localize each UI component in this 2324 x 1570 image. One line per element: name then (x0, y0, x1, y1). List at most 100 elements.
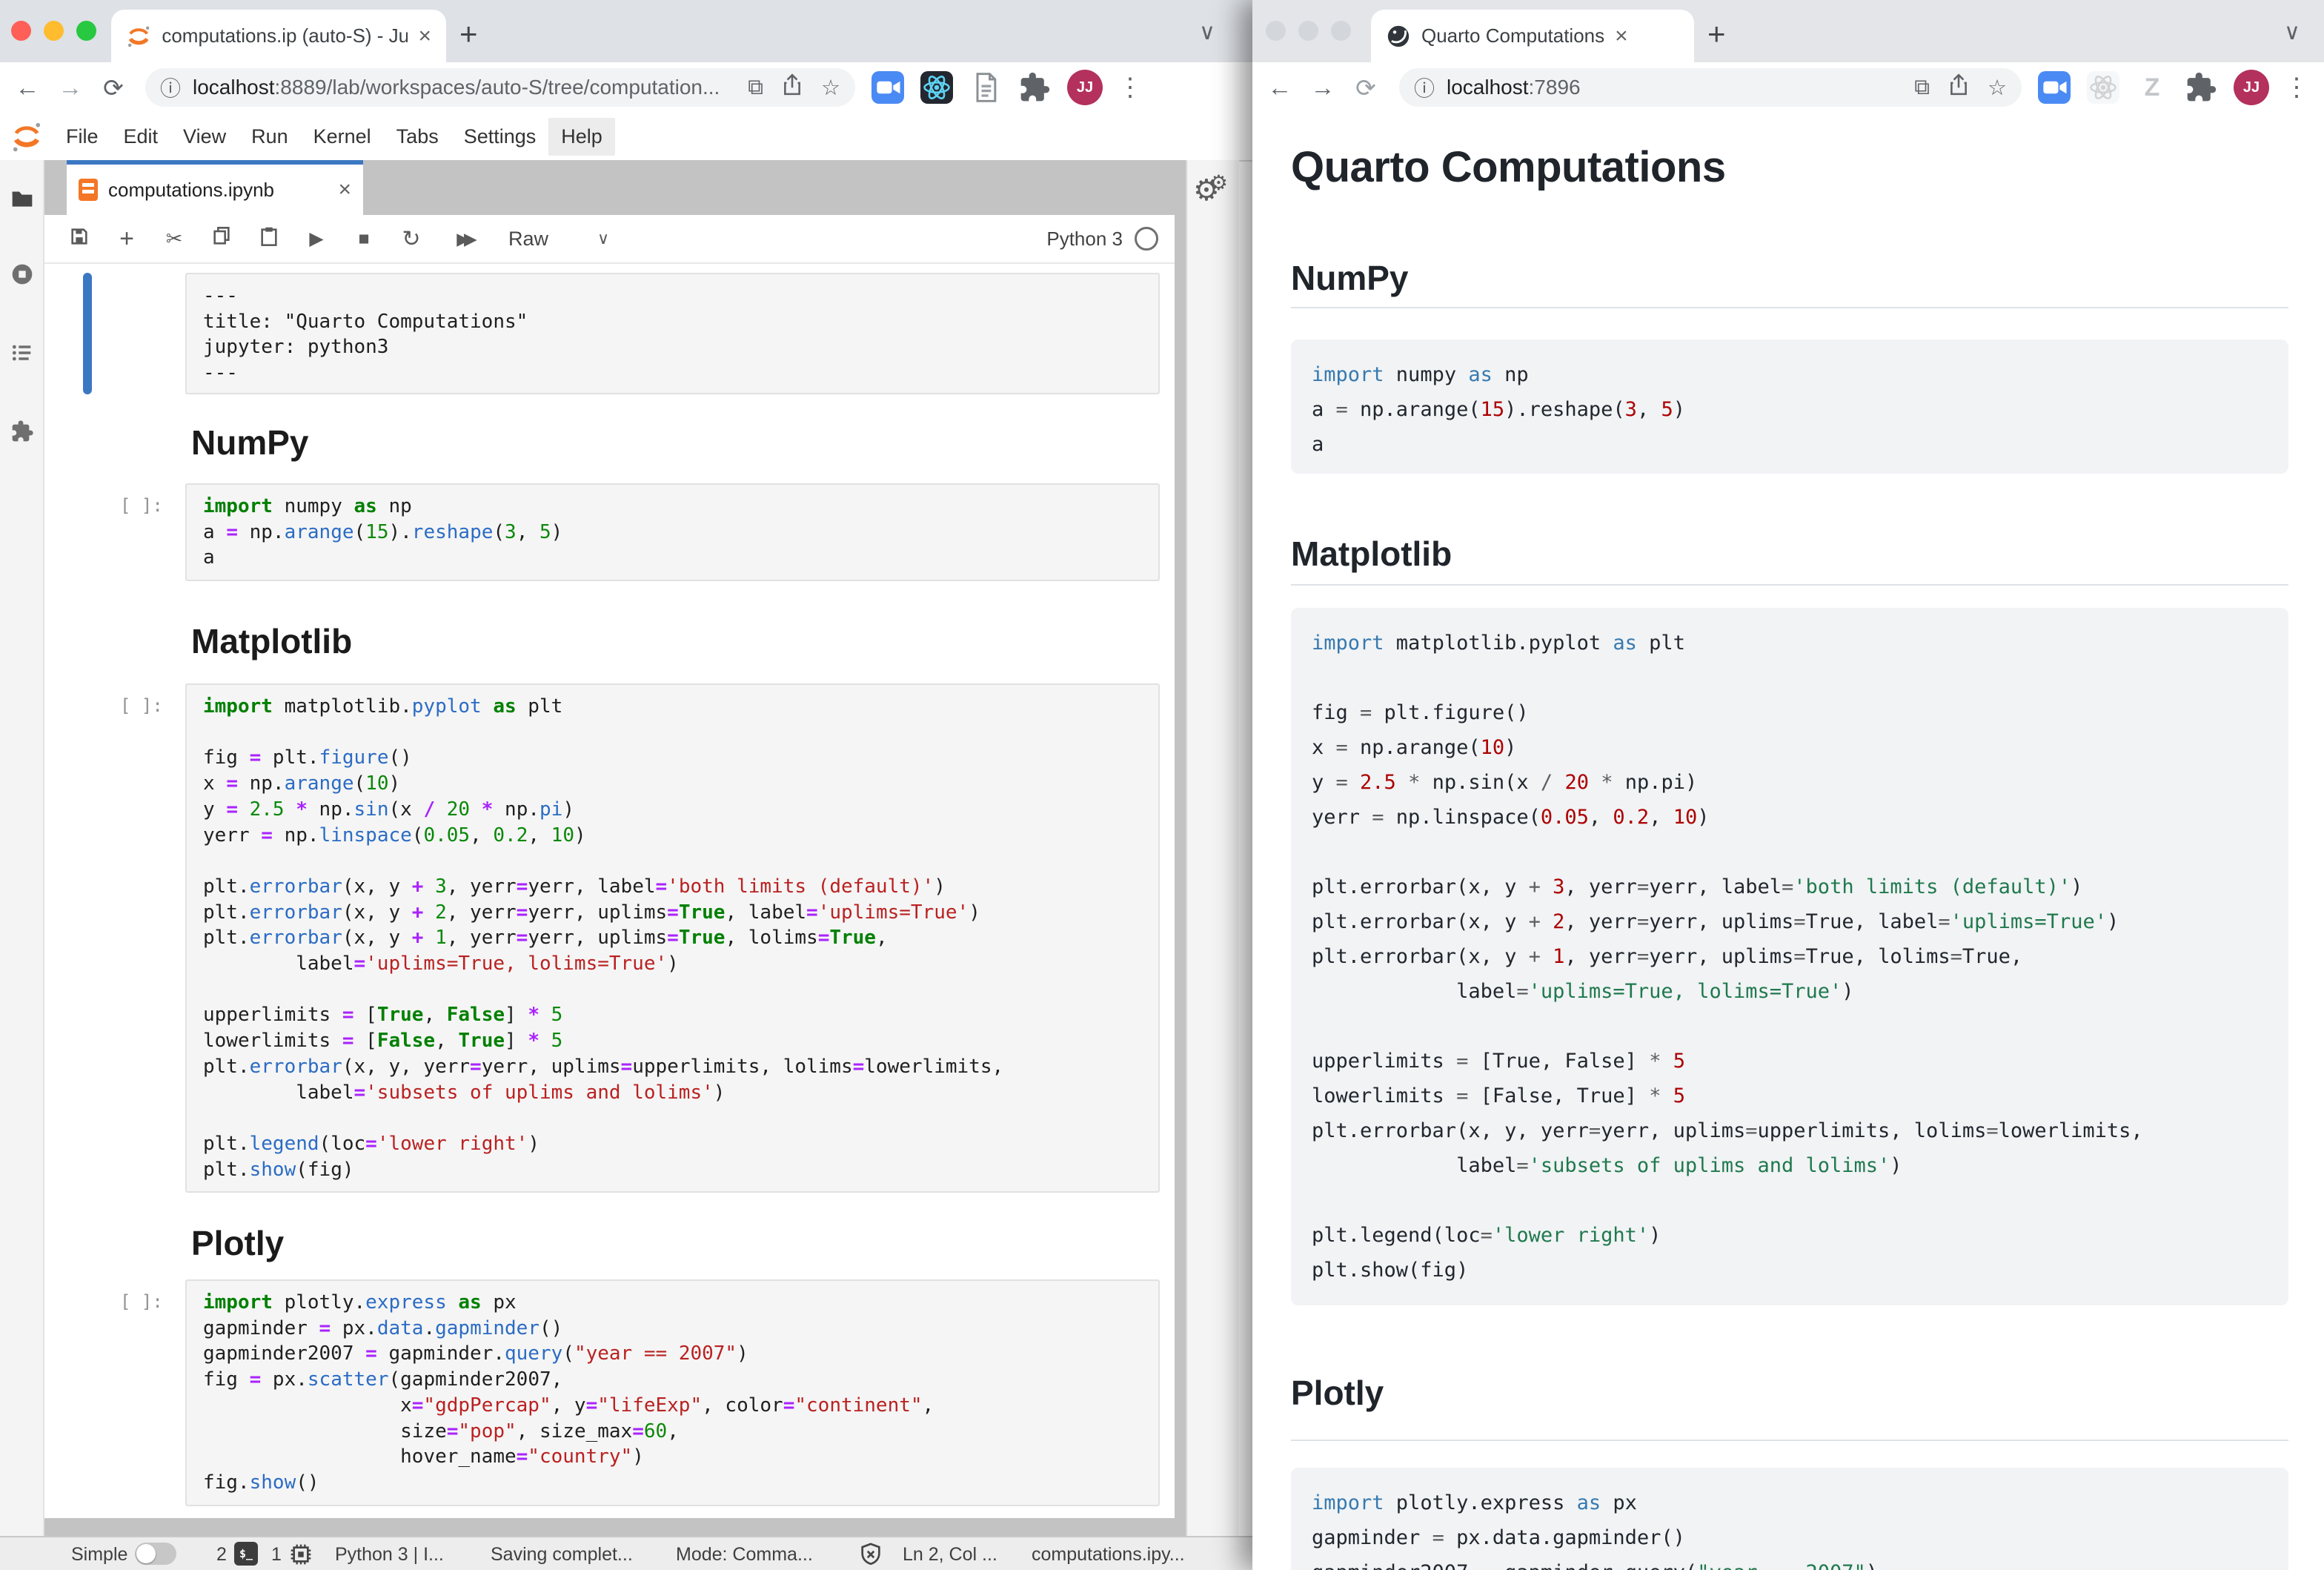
globe-favicon (1386, 24, 1411, 49)
menu-tabs[interactable]: Tabs (384, 118, 451, 156)
insert-cell-button[interactable]: + (114, 225, 139, 254)
traffic-light-close[interactable] (1266, 21, 1286, 41)
tab-close-icon[interactable]: × (418, 24, 431, 49)
terminal-icon[interactable]: $_ (234, 1542, 258, 1566)
kernel-chip-icon[interactable] (289, 1543, 313, 1566)
extensions-puzzle-icon[interactable] (1018, 71, 1051, 104)
matplotlib-cell-editor[interactable]: import matplotlib.pyplot as plt fig = pl… (187, 685, 1158, 1191)
kernel-name[interactable]: Python 3 (1046, 228, 1123, 251)
statusbar-filename: computations.ipy... (1032, 1544, 1185, 1566)
menu-view[interactable]: View (170, 118, 239, 156)
browser-tab-title: computations.ip (auto-S) - Jup (162, 24, 408, 47)
new-tab-button[interactable]: + (459, 16, 478, 52)
profile-avatar[interactable]: JJ (2234, 70, 2269, 105)
back-button[interactable]: ← (6, 73, 49, 102)
share-icon[interactable] (1949, 73, 1968, 102)
zoom-extension-icon[interactable] (2038, 71, 2071, 104)
address-bar[interactable]: ⓘ localhost:8889/lab/workspaces/auto-S/t… (145, 68, 855, 107)
browser-menu-icon[interactable]: ⋮ (1118, 73, 1143, 102)
property-inspector-icon[interactable]: ⚙⚙ (1193, 170, 1218, 208)
reload-button[interactable]: ⟳ (92, 73, 135, 102)
save-button[interactable] (67, 226, 92, 252)
react-devtools-extension-icon[interactable] (920, 71, 953, 104)
plotly-code-cell[interactable]: import plotly.express as pxgapminder = p… (185, 1279, 1160, 1506)
trust-shield-icon[interactable] (858, 1542, 883, 1567)
traffic-light-zoom[interactable] (1331, 21, 1351, 41)
menu-help[interactable]: Help (548, 118, 615, 156)
profile-avatar[interactable]: JJ (1067, 70, 1103, 105)
tab-search-chevron-icon[interactable]: ∨ (1199, 19, 1215, 45)
traffic-light-minimize[interactable] (1298, 21, 1318, 41)
copy-cells-button[interactable] (209, 226, 234, 252)
browser-menu-icon[interactable]: ⋮ (2284, 73, 2309, 102)
site-info-icon[interactable]: ⓘ (1414, 73, 1435, 102)
matplotlib-code-cell[interactable]: import matplotlib.pyplot as plt fig = pl… (185, 683, 1160, 1193)
cursor-position[interactable]: Ln 2, Col ... (903, 1544, 997, 1566)
kernel-status-icon[interactable] (1135, 227, 1158, 251)
extensions-puzzle-icon[interactable] (2185, 71, 2217, 104)
simple-mode-toggle[interactable] (135, 1543, 176, 1565)
traffic-light-zoom[interactable] (76, 21, 96, 41)
restart-kernel-button[interactable]: ↻ (399, 226, 424, 252)
browser-tab-title: Quarto Computations (1421, 24, 1604, 47)
markdown-heading-matplotlib[interactable]: Matplotlib (191, 621, 352, 661)
forward-button[interactable]: → (1301, 73, 1344, 102)
jupyterlab-statusbar: Simple 2 $_ 1 Python 3 | I... Saving com… (0, 1536, 1252, 1570)
tab-close-icon[interactable]: × (1615, 24, 1628, 49)
paste-cells-button[interactable] (256, 226, 282, 252)
terminals-count[interactable]: 2 (216, 1544, 227, 1566)
back-button[interactable]: ← (1258, 73, 1301, 102)
open-in-new-icon[interactable]: ⧉ (1914, 76, 1930, 100)
tab-search-chevron-icon[interactable]: ∨ (2284, 19, 2300, 45)
menu-run[interactable]: Run (239, 118, 301, 156)
cell-type-select[interactable]: Raw (508, 228, 548, 251)
traffic-light-minimize[interactable] (44, 21, 64, 41)
section-divider (1291, 1440, 2288, 1441)
restart-run-all-button[interactable]: ▶▶ (446, 229, 482, 249)
run-cell-button[interactable]: ▶ (304, 228, 329, 250)
browser-tab[interactable]: computations.ip (auto-S) - Jup × (111, 10, 446, 62)
markdown-heading-plotly[interactable]: Plotly (191, 1223, 284, 1263)
extension-manager-icon[interactable] (10, 420, 34, 443)
share-icon[interactable] (783, 73, 802, 102)
menu-file[interactable]: File (53, 118, 111, 156)
raw-cell-editor[interactable]: ---title: "Quarto Computations"jupyter: … (187, 274, 1158, 395)
cut-cells-button[interactable]: ✂ (162, 228, 187, 251)
forward-button[interactable]: → (49, 73, 92, 102)
numpy-code-cell[interactable]: import numpy as npa = np.arange(15).resh… (185, 483, 1160, 581)
markdown-heading-numpy[interactable]: NumPy (191, 423, 308, 463)
reload-button[interactable]: ⟳ (1344, 73, 1387, 102)
raw-cell[interactable]: ---title: "Quarto Computations"jupyter: … (185, 273, 1160, 394)
bookmark-star-icon[interactable]: ☆ (821, 75, 840, 101)
menu-settings[interactable]: Settings (451, 118, 549, 156)
document-extension-icon[interactable] (969, 71, 1002, 104)
file-browser-icon[interactable] (10, 187, 34, 211)
active-cell-indicator[interactable] (83, 273, 92, 394)
interrupt-kernel-button[interactable]: ■ (351, 228, 376, 250)
browser-tab[interactable]: Quarto Computations × (1371, 10, 1694, 62)
bookmark-star-icon[interactable]: ☆ (1988, 75, 2007, 101)
open-in-new-icon[interactable]: ⧉ (748, 76, 763, 100)
kernels-count[interactable]: 1 (271, 1544, 282, 1566)
z-extension-icon[interactable]: Z (2136, 71, 2168, 104)
command-mode-status[interactable]: Mode: Comma... (676, 1544, 813, 1566)
section-heading-matplotlib: Matplotlib (1291, 534, 1452, 574)
site-info-icon[interactable]: ⓘ (160, 73, 181, 102)
numpy-cell-editor[interactable]: import numpy as npa = np.arange(15).resh… (187, 485, 1158, 580)
new-tab-button[interactable]: + (1707, 16, 1726, 52)
doc-tab-close-icon[interactable]: × (338, 177, 351, 202)
menu-edit[interactable]: Edit (111, 118, 171, 156)
address-bar[interactable]: ⓘ localhost:7896 ⧉ ☆ (1399, 68, 2022, 107)
plotly-cell-editor[interactable]: import plotly.express as pxgapminder = p… (187, 1281, 1158, 1505)
menu-kernel[interactable]: Kernel (301, 118, 384, 156)
running-kernels-icon[interactable] (10, 262, 34, 286)
traffic-light-close[interactable] (11, 21, 31, 41)
react-devtools-extension-icon[interactable] (2087, 71, 2119, 104)
matplotlib-code-block: import matplotlib.pyplot as plt fig = pl… (1291, 608, 2288, 1305)
zoom-extension-icon[interactable] (872, 71, 904, 104)
cell-prompt: [ ]: (120, 695, 179, 716)
kernel-status-text[interactable]: Python 3 | I... (335, 1544, 444, 1566)
table-of-contents-icon[interactable] (10, 341, 34, 365)
notebook-doc-tab[interactable]: computations.ipynb × (67, 160, 363, 215)
cell-type-chevron-icon[interactable]: ∨ (597, 229, 609, 248)
